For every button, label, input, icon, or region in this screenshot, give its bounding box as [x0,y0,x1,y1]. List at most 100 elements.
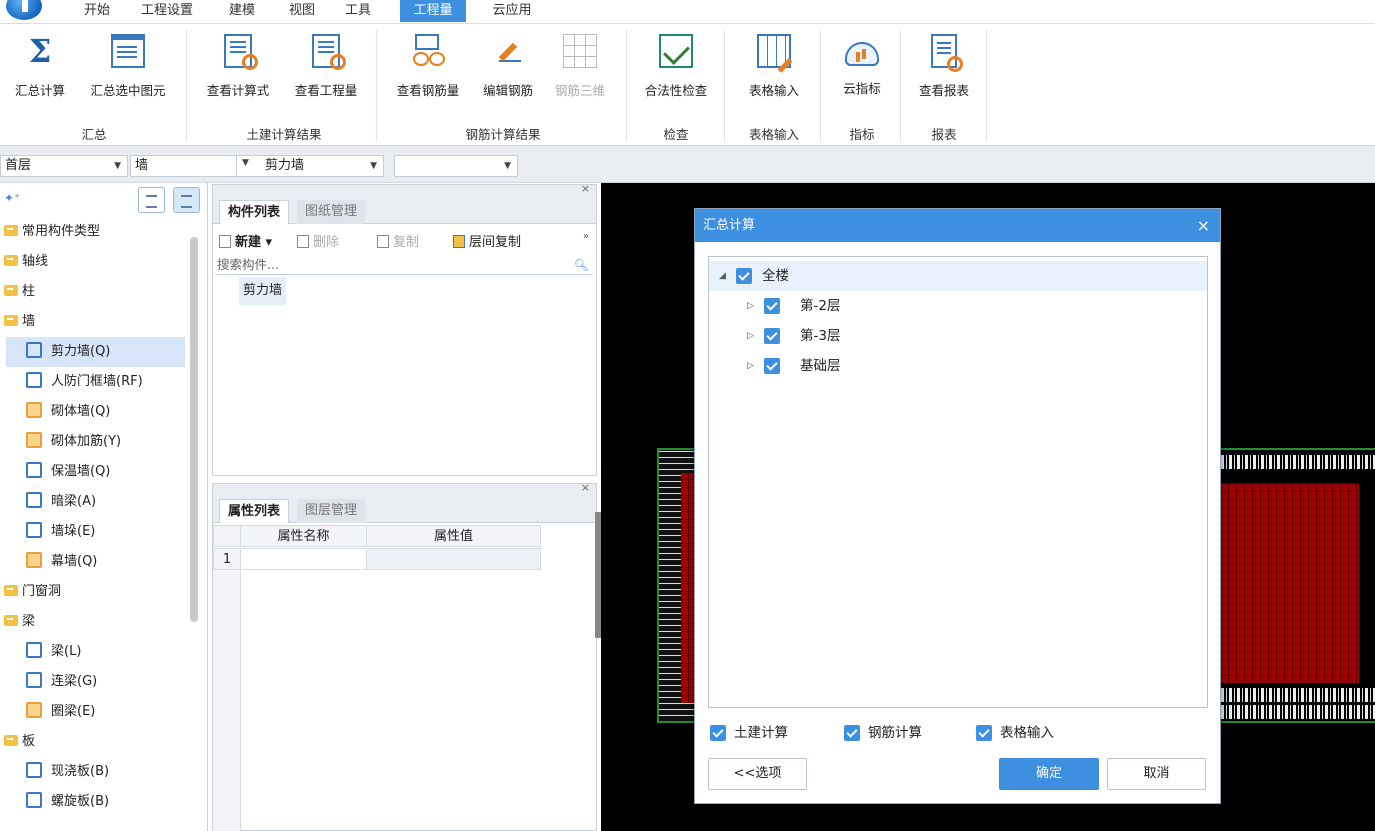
new-doc-icon [219,235,231,248]
floor-tree-row[interactable]: ▷ 基础层 [709,351,1207,381]
edit-rebar-button[interactable]: 编辑钢筋 [474,28,542,106]
options-button[interactable]: <<选项 [708,758,807,790]
folder-icon [4,255,18,266]
expand-icon[interactable]: ▷ [747,351,754,381]
nav-item[interactable]: 门窗洞 [0,577,190,607]
floor-tree-row[interactable]: ▷ 第-3层 [709,321,1207,351]
checkbox-checked-icon[interactable] [764,328,780,344]
nav-item-label: 人防门框墙(RF) [51,374,143,389]
close-icon[interactable]: × [581,481,590,494]
view-quantity-button[interactable]: 查看工程量 [284,28,368,106]
cancel-button[interactable]: 取消 [1107,758,1206,790]
component-select[interactable]: ▼ [394,155,518,177]
view-rebar-button[interactable]: 查看钢筋量 [386,28,470,106]
menu-modeling[interactable]: 建模 [222,0,262,22]
view-formula-button[interactable]: 查看计算式 [196,28,280,106]
checkbox-checked-icon[interactable] [764,298,780,314]
nav-item[interactable]: 现浇板(B) [0,757,190,787]
rebar-3d-button[interactable]: 钢筋三维 [546,28,614,106]
nav-item[interactable]: 墙 [0,307,190,337]
nav-scrollbar[interactable] [190,237,198,622]
menu-cloud-apps[interactable]: 云应用 [484,0,540,22]
checkbox-checked-icon[interactable] [844,725,860,741]
property-name-cell[interactable] [240,548,367,570]
component-search-input[interactable]: 搜索构件... 🔍︎ [215,255,593,275]
nav-item[interactable]: 砌体加筋(Y) [0,427,190,457]
nav-item[interactable]: 轴线 [0,247,190,277]
detail-view-button[interactable] [173,187,200,213]
menu-start[interactable]: 开始 [74,0,120,22]
component-list-item[interactable]: 剪力墙 [239,277,287,305]
menu-view[interactable]: 视图 [282,0,322,22]
more-icon[interactable]: » [583,231,589,242]
nav-item[interactable]: 圈梁(E) [0,697,190,727]
menu-quantities[interactable]: 工程量 [400,0,466,22]
tab-property-list[interactable]: 属性列表 [219,499,290,523]
sum-calc-button[interactable]: Σ 汇总计算 [6,28,74,106]
cloud-index-button[interactable]: 云指标 [828,28,896,106]
nav-item[interactable]: 保温墙(Q) [0,457,190,487]
type-select[interactable]: 剪力墙 ▼ [236,155,384,177]
property-tabs: 属性列表 图层管理 [213,497,596,523]
app-logo-icon[interactable] [6,0,42,20]
nav-item[interactable]: 板 [0,727,190,757]
menu-tools[interactable]: 工具 [338,0,378,22]
nav-item-label: 梁(L) [51,644,82,659]
ribbon-separator [626,30,627,142]
checkbox-checked-icon[interactable] [764,358,780,374]
search-icon[interactable]: 🔍︎ [574,255,589,275]
list-view-button[interactable] [138,187,165,213]
component-type-icon [26,372,42,388]
floor-copy-icon [453,235,465,248]
folder-open-icon [4,735,18,746]
tab-layer-manager[interactable]: 图层管理 [297,499,366,523]
checkbox-checked-icon[interactable] [976,725,992,741]
new-button[interactable]: 新建 ▾ [219,231,272,250]
nav-item[interactable]: 常用构件类型 [0,217,190,247]
sparkle-icon[interactable]: ✦⁺ [4,191,20,205]
checkbox-checked-icon[interactable] [736,268,752,284]
view-report-button[interactable]: 查看报表 [906,28,982,106]
nav-item-label: 保温墙(Q) [51,464,111,479]
ribbon-separator [900,30,901,142]
nav-item[interactable]: 螺旋板(B) [0,787,190,817]
option-label: 表格输入 [1000,725,1054,741]
floor-copy-button[interactable]: 层间复制 [453,231,521,250]
menu-project-settings[interactable]: 工程设置 [134,0,200,22]
copy-button[interactable]: 复制 [377,231,419,250]
nav-item[interactable]: 连梁(G) [0,667,190,697]
ok-button[interactable]: 确定 [999,758,1099,790]
ribbon-separator [376,30,377,142]
delete-icon [297,235,309,248]
expand-icon[interactable]: ▷ [747,321,754,351]
close-icon[interactable]: × [1197,209,1210,242]
nav-item[interactable]: 墙垛(E) [0,517,190,547]
nav-item[interactable]: 砌体墙(Q) [0,397,190,427]
nav-item[interactable]: 剪力墙(Q) [6,337,185,367]
nav-item[interactable]: 梁(L) [0,637,190,667]
floor-tree-row[interactable]: ▷ 第-2层 [709,291,1207,321]
nav-item[interactable]: 柱 [0,277,190,307]
floor-select[interactable]: 首层 ▼ [0,155,128,177]
nav-item[interactable]: 人防门框墙(RF) [0,367,190,397]
expand-icon[interactable]: ▷ [747,291,754,321]
tab-drawing-manager[interactable]: 图纸管理 [297,200,366,224]
row-number-gutter [213,570,241,831]
table-input-button[interactable]: 表格输入 [732,28,816,106]
checkbox-checked-icon[interactable] [710,725,726,741]
view-report-label: 查看报表 [918,83,969,98]
close-icon[interactable]: × [581,182,590,195]
legality-check-button[interactable]: 合法性检查 [634,28,718,106]
property-value-cell[interactable] [366,548,541,570]
dialog-title: 汇总计算 [703,218,756,233]
floor-tree-row[interactable]: ◢ 全楼 [709,261,1207,291]
sum-selected-button[interactable]: 汇总选中图元 [78,28,178,106]
collapse-icon[interactable]: ◢ [719,261,726,291]
nav-item[interactable]: 幕墙(Q) [0,547,190,577]
nav-item[interactable]: 暗梁(A) [0,487,190,517]
option-label: 土建计算 [734,725,788,741]
nav-item[interactable]: 梁 [0,607,190,637]
component-type-icon [26,702,42,718]
delete-button[interactable]: 删除 [297,231,339,250]
tab-component-list[interactable]: 构件列表 [219,200,290,224]
